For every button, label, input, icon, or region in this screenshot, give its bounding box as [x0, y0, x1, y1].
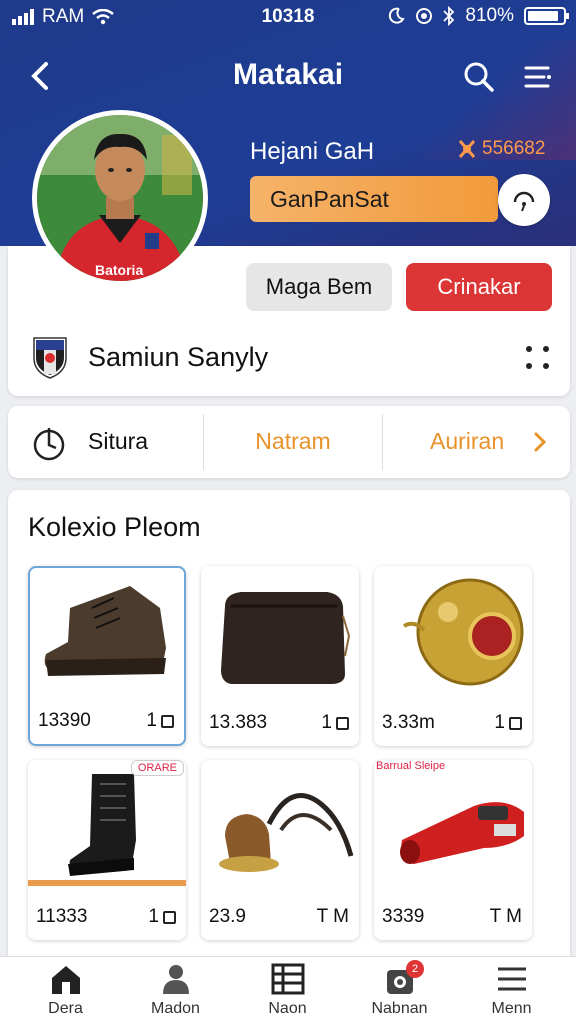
item-quantity[interactable]: T M	[317, 906, 349, 928]
checkbox-icon[interactable]	[163, 910, 176, 924]
tab-divider	[382, 414, 383, 470]
item-quantity: 1	[146, 710, 174, 732]
headset-icon	[513, 191, 535, 212]
item-badge: ORARE	[130, 760, 184, 776]
primary-action-button[interactable]: Crinakar	[406, 263, 552, 311]
nav-item-naon[interactable]: Naon	[230, 962, 345, 1018]
club-name: Samiun Sanyly	[88, 342, 269, 372]
nav-item-dera[interactable]: Dera	[8, 962, 123, 1018]
item-price: 23.9	[209, 906, 246, 927]
alarm-icon	[416, 8, 433, 24]
collection-item-gold-ball[interactable]: 3.33m 1	[374, 566, 532, 746]
item-price: 3339	[382, 906, 425, 927]
collection-item-bronze-bowl[interactable]: 23.9 T M	[201, 760, 359, 940]
nav-label: Menn	[491, 1000, 532, 1017]
tab-situra[interactable]: Situra	[88, 428, 148, 455]
nav-label: Dera	[48, 1000, 83, 1017]
collection-title: Kolexio Pleom	[28, 512, 201, 542]
battery-icon	[524, 7, 569, 25]
avatar[interactable]: Batoria	[32, 110, 208, 286]
gold-ball-image	[402, 578, 524, 686]
grid-icon	[271, 963, 304, 995]
item-quantity: 1	[148, 906, 176, 928]
leather-bag-image	[221, 592, 351, 684]
item-price: 3.33m	[382, 712, 435, 733]
profile-score: 556682	[456, 138, 545, 160]
chevron-right-icon[interactable]	[530, 430, 550, 454]
collection-item-black-boot[interactable]: ORARE 11333 1	[28, 760, 186, 940]
checkbox-icon[interactable]	[161, 714, 174, 728]
nav-label: Madon	[151, 1000, 200, 1017]
collection-item-leather-bag[interactable]: 13.383 1	[201, 566, 359, 746]
collection-item-leather-boot[interactable]: 13390 1	[28, 566, 186, 746]
battery-percent: 810%	[465, 5, 514, 26]
nav-label: Naon	[268, 1000, 307, 1017]
menu-icon	[497, 967, 526, 991]
profile-count-value: 556682	[482, 138, 546, 159]
follow-button[interactable]: Maga Bem	[246, 263, 392, 311]
leather-boot-image	[44, 586, 166, 676]
filter-menu-icon[interactable]	[522, 60, 554, 94]
item-price: 11333	[36, 906, 88, 927]
item-quantity[interactable]: T M	[490, 906, 522, 928]
item-price: 13.383	[209, 712, 268, 733]
search-icon[interactable]	[462, 60, 496, 94]
status-bar: RAM 10318 810%	[0, 0, 576, 34]
checkbox-icon[interactable]	[336, 716, 349, 730]
tab-auriran[interactable]: Auriran	[430, 428, 504, 455]
player-photo: Batoria	[37, 115, 203, 281]
item-quantity: 1	[321, 712, 349, 734]
nav-item-madon[interactable]: Madon	[118, 962, 233, 1018]
rank-badge[interactable]: GanPanSat	[250, 176, 498, 222]
checkbox-icon[interactable]	[509, 716, 522, 730]
item-price: 13390	[38, 710, 91, 731]
svg-text:Batoria: Batoria	[95, 262, 143, 278]
home-icon	[51, 966, 80, 994]
profile-name: Hejani GaH	[250, 138, 375, 165]
bronze-bowl-image	[219, 793, 354, 872]
more-options-icon[interactable]	[526, 346, 552, 372]
user-icon	[162, 965, 189, 994]
collection-item-red-whistle[interactable]: Barrual Sleipe 3339 T M	[374, 760, 532, 940]
stats-icon	[33, 428, 65, 461]
chat-button[interactable]	[498, 174, 550, 226]
moon-icon	[389, 7, 406, 24]
notification-badge: 2	[406, 960, 424, 978]
item-highlight-bar	[28, 880, 186, 886]
tab-natram[interactable]: Natram	[204, 428, 382, 455]
club-crest-icon	[33, 337, 67, 379]
red-whistle-image	[400, 802, 524, 864]
bluetooth-icon	[443, 6, 455, 26]
nav-item-menn[interactable]: Menn	[454, 962, 569, 1018]
nav-item-nabnan[interactable]: 2 Nabnan	[342, 960, 457, 1018]
nav-label: Nabnan	[371, 1000, 428, 1017]
black-boot-image	[68, 774, 136, 876]
trophy-icon	[458, 140, 476, 158]
item-quantity: 1	[494, 712, 522, 734]
